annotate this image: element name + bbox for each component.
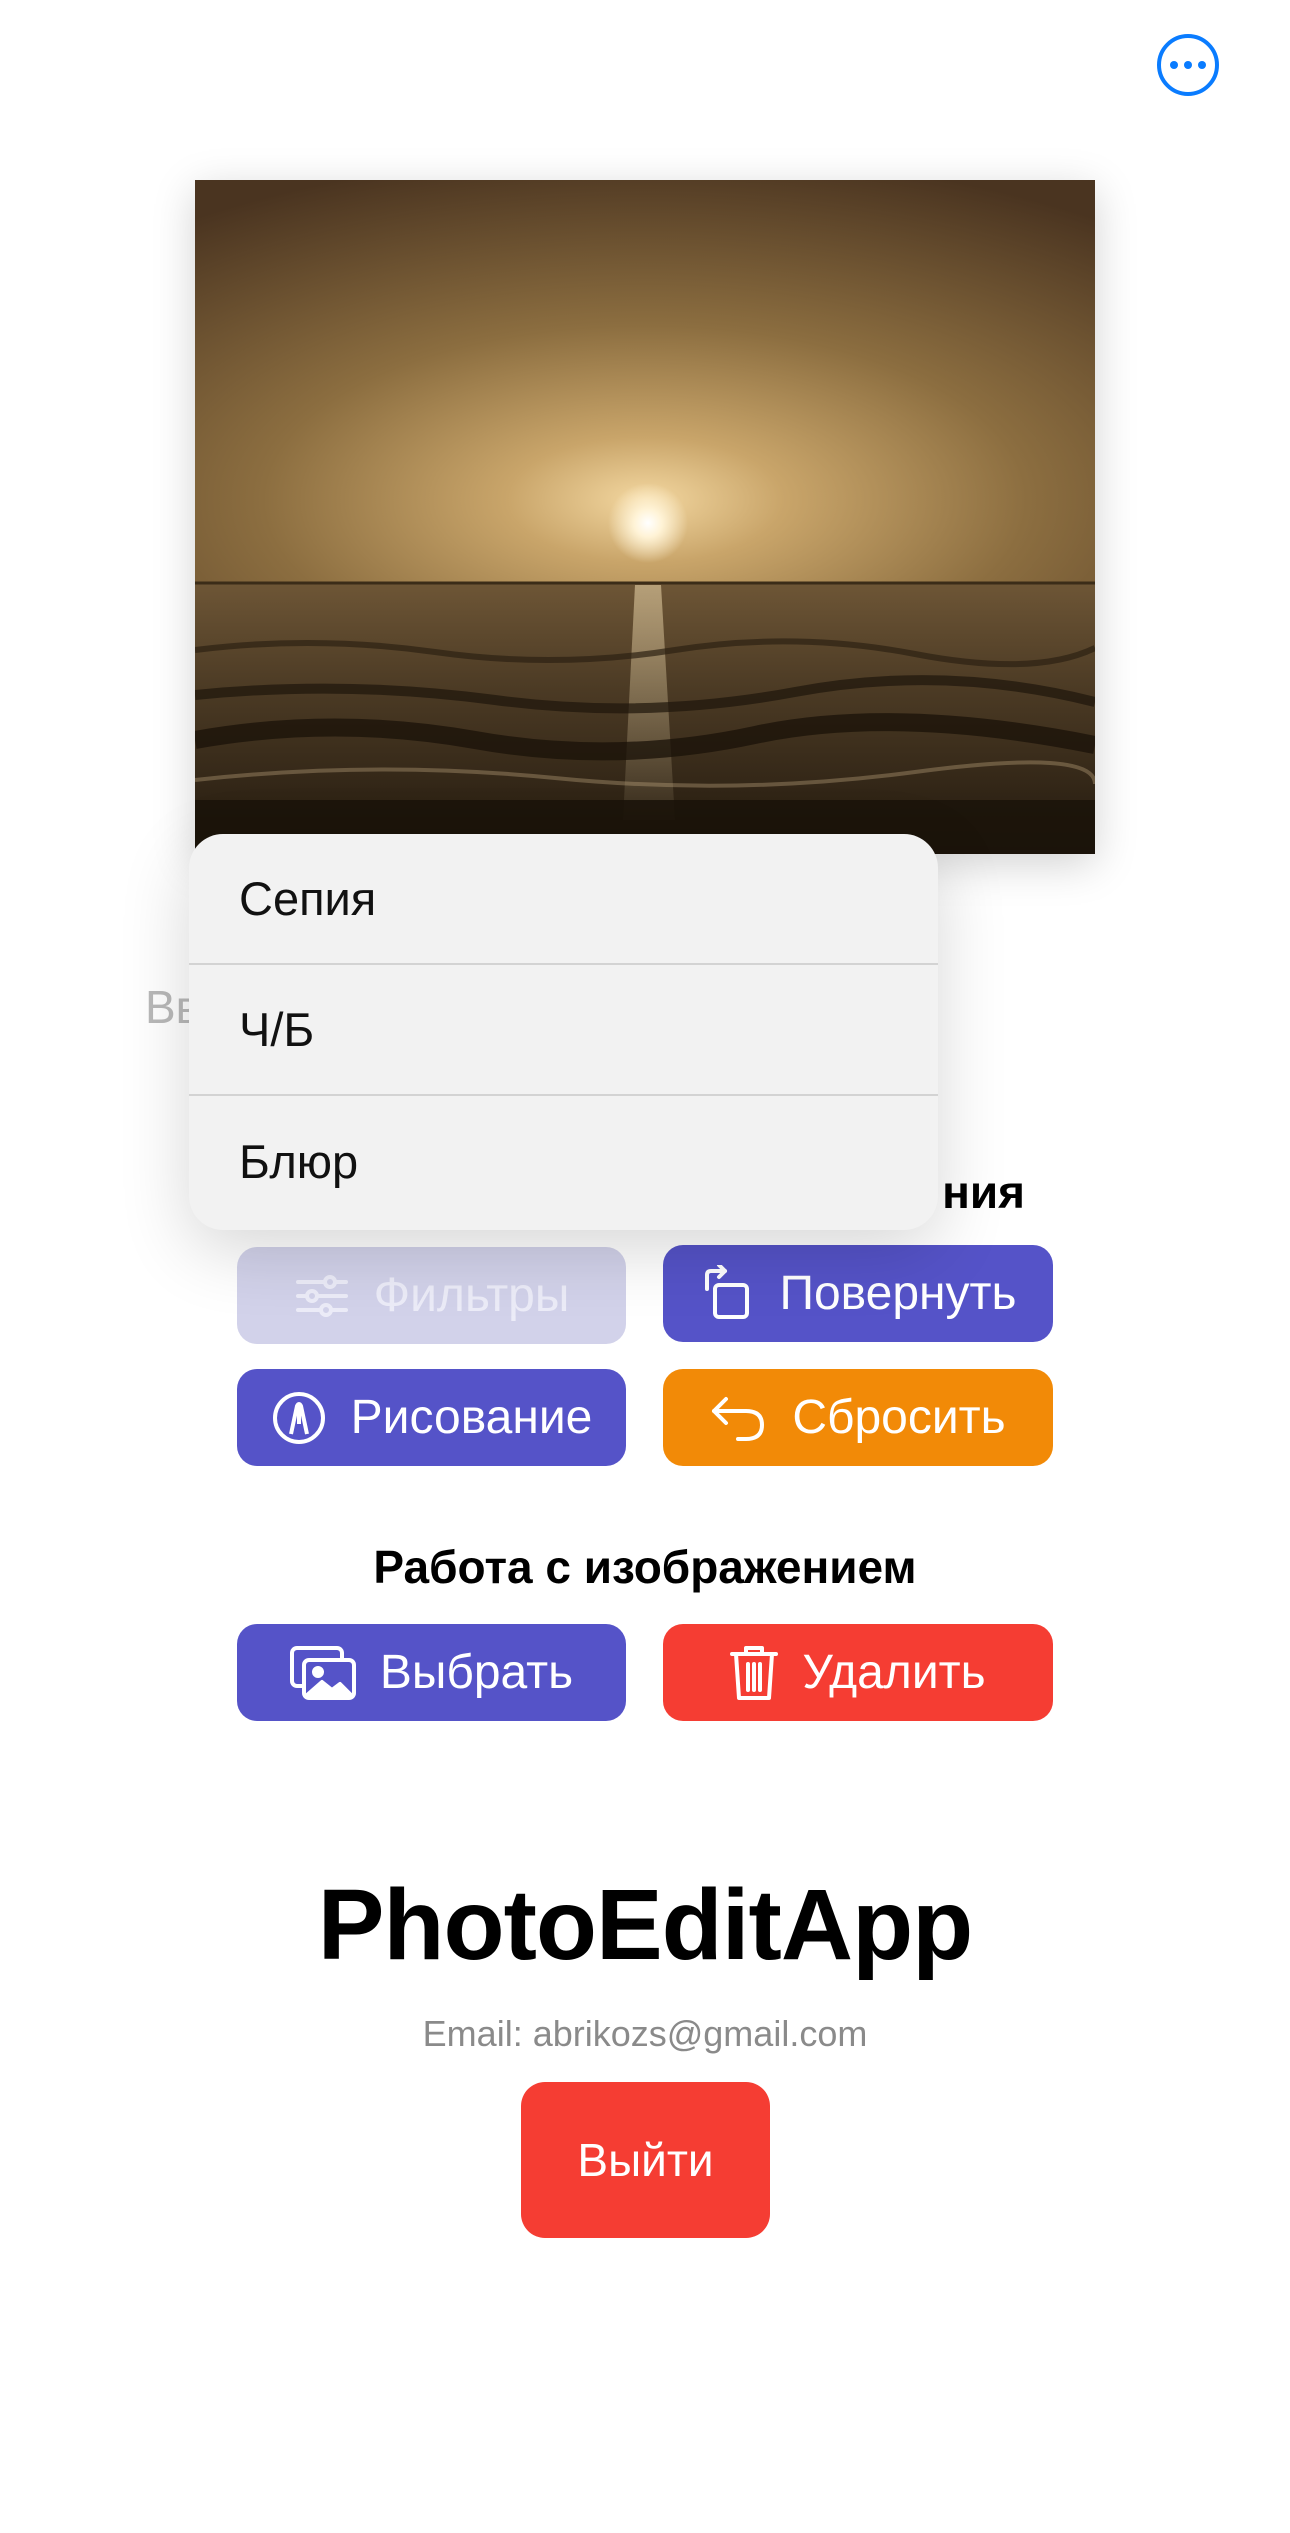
trash-icon [730, 1645, 779, 1700]
draw-button[interactable]: Рисование [237, 1369, 626, 1466]
ellipsis-dot [1170, 61, 1178, 69]
photos-icon [289, 1645, 356, 1700]
rotate-button[interactable]: Повернуть [663, 1245, 1053, 1342]
undo-arrow-icon [712, 1396, 765, 1441]
ellipsis-dot [1184, 61, 1192, 69]
filters-button-label: Фильтры [373, 1269, 570, 1322]
delete-image-button-label: Удалить [802, 1646, 986, 1699]
choose-image-button[interactable]: Выбрать [237, 1624, 626, 1721]
user-email: Email: abrikozs@gmail.com [422, 2013, 868, 2054]
edit-section-title: ния [942, 1166, 1025, 1218]
filters-button[interactable]: Фильтры [237, 1247, 626, 1344]
more-options-button[interactable] [1157, 34, 1219, 96]
filter-menu-item-sepia[interactable]: Сепия [189, 834, 938, 965]
rotate-button-label: Повернуть [779, 1267, 1017, 1320]
choose-image-button-label: Выбрать [379, 1646, 574, 1699]
filter-menu-item-bw[interactable]: Ч/Б [189, 965, 938, 1096]
reset-button-label: Сбросить [792, 1391, 1006, 1444]
rotate-icon [705, 1264, 750, 1319]
edited-photo [195, 180, 1095, 854]
logout-button[interactable]: Выйти [521, 2082, 770, 2238]
sunset-sea-photo [195, 180, 1095, 854]
sliders-icon [295, 1274, 348, 1317]
app-title: PhotoEditApp [317, 1869, 974, 1981]
draw-button-label: Рисование [350, 1391, 593, 1444]
pen-circle-icon [272, 1391, 325, 1444]
filter-menu: Сепия Ч/Б Блюр [189, 834, 938, 1230]
ellipsis-dot [1198, 61, 1206, 69]
filter-menu-item-blur[interactable]: Блюр [189, 1096, 938, 1227]
delete-image-button[interactable]: Удалить [663, 1624, 1053, 1721]
image-section-title: Работа с изображением [373, 1541, 917, 1593]
reset-button[interactable]: Сбросить [663, 1369, 1053, 1466]
